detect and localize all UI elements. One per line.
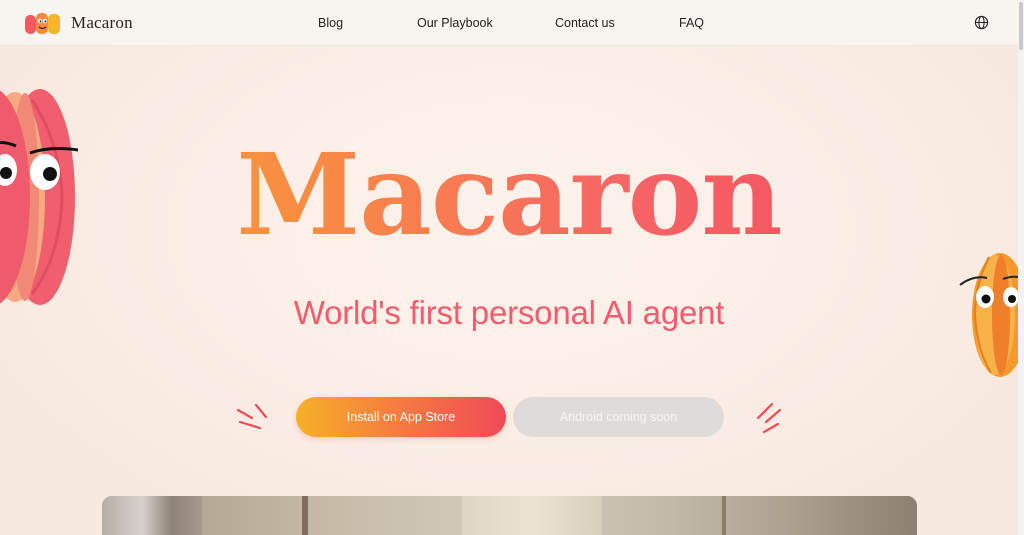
nav-faq[interactable]: FAQ xyxy=(679,16,704,30)
media-strip xyxy=(302,496,308,535)
media-strip xyxy=(102,496,202,535)
hero-subtitle: World's first personal AI agent xyxy=(293,294,725,331)
nav-contact-us[interactable]: Contact us xyxy=(555,16,615,30)
macaron-logo-icon[interactable] xyxy=(24,11,62,37)
top-navbar: Macaron Blog Our Playbook Contact us FAQ xyxy=(0,0,1018,46)
hero-title: Macaron xyxy=(0,128,1018,264)
android-coming-soon-button: Android coming soon xyxy=(513,397,724,437)
nav-our-playbook[interactable]: Our Playbook xyxy=(417,16,493,30)
sparkle-icon-left xyxy=(236,403,268,430)
globe-icon[interactable] xyxy=(974,15,989,30)
page: Macaron Blog Our Playbook Contact us FAQ xyxy=(0,0,1018,535)
scrollbar-thumb[interactable] xyxy=(1019,2,1023,50)
sparkle-icon-right xyxy=(756,402,782,434)
media-strip xyxy=(722,496,726,535)
nav-blog[interactable]: Blog xyxy=(318,16,343,30)
brand-name[interactable]: Macaron xyxy=(71,13,133,33)
media-strip xyxy=(462,496,602,535)
media-strip xyxy=(802,496,917,535)
scrollbar[interactable] xyxy=(1018,0,1024,535)
hero-media-preview[interactable] xyxy=(102,496,917,535)
install-app-store-button[interactable]: Install on App Store xyxy=(296,397,506,437)
